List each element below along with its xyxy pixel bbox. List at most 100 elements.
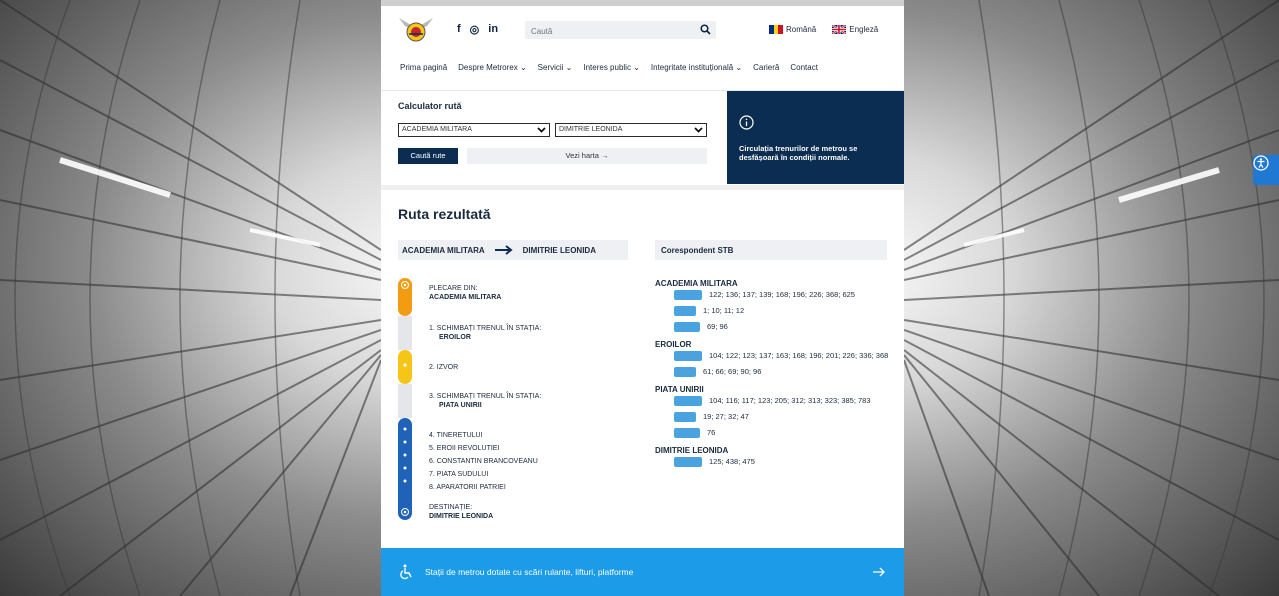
bus-lines: 125; 438; 475 — [709, 457, 755, 466]
nav-integrity[interactable]: Integritate instituțională ⌄ — [651, 63, 742, 72]
bus-lines-row: 125; 438; 475 — [674, 457, 895, 467]
chevron-down-icon: ⌄ — [633, 63, 640, 72]
bus-icon — [674, 457, 702, 467]
route-results: Ruta rezultată ACADEMIA MILITARA DIMITRI… — [381, 190, 904, 520]
search-icon[interactable] — [700, 24, 711, 35]
tram-lines: 61; 66; 69; 90; 96 — [703, 367, 762, 376]
nav-public-interest[interactable]: Interes public ⌄ — [583, 63, 640, 72]
main-nav: Prima pagină Despre Metrorex ⌄ Servicii … — [400, 63, 818, 72]
info-icon — [739, 115, 754, 130]
nav-careers[interactable]: Carieră — [753, 63, 779, 72]
bus-lines: 104; 122; 123; 137; 163; 168; 196; 201; … — [709, 351, 889, 360]
to-station-select[interactable]: DIMITRIE LEONIDA — [555, 123, 707, 137]
stop-dots-icon — [401, 427, 409, 516]
stop-6: 6. CONSTANTIN BRANCOVEANU — [429, 458, 538, 465]
stb-station: DIMITRIE LEONIDA — [655, 446, 729, 455]
wheelchair-icon — [400, 564, 412, 580]
social-links: f ◎ in — [457, 23, 498, 36]
nav-public-interest-label: Interes public — [583, 63, 631, 72]
to-station-value: DIMITRIE LEONIDA — [559, 126, 623, 133]
bus-lines-row: 122; 136; 137; 139; 168; 196; 226; 368; … — [674, 290, 895, 300]
route-calculator: Calculator rută ACADEMIA MILITARA DIMITR… — [381, 90, 904, 189]
stop-dot-icon — [403, 363, 407, 367]
stb-station: ACADEMIA MILITARA — [655, 279, 738, 288]
route-to: DIMITRIE LEONIDA — [522, 245, 596, 255]
accessibility-button[interactable] — [1253, 155, 1279, 185]
service-status-text: Circulația trenurilor de metrou se desfă… — [739, 144, 858, 162]
search-box — [525, 21, 716, 41]
nav-about-label: Despre Metrorex — [458, 63, 518, 72]
trolley-lines-row: 69; 96 — [674, 322, 895, 332]
lang-romanian[interactable]: Română — [769, 25, 816, 34]
arrow-right-icon — [873, 567, 885, 577]
view-map-button[interactable]: Vezi harta → — [467, 148, 707, 164]
trolley-lines-row: 76 — [674, 428, 895, 438]
facebook-icon[interactable]: f — [457, 23, 461, 36]
route-from: ACADEMIA MILITARA — [402, 245, 485, 255]
bus-icon — [674, 351, 702, 361]
calculator-form: Calculator rută ACADEMIA MILITARA DIMITR… — [381, 91, 727, 189]
bus-lines-row: 104; 116; 117; 123; 205; 312; 313; 323; … — [674, 396, 895, 406]
departure-stop: PLECARE DIN: ACADEMIA MILITARA — [429, 284, 501, 302]
line-segment-yellow — [398, 350, 412, 384]
stb-connections: ACADEMIA MILITARA 122; 136; 137; 139; 16… — [655, 279, 895, 473]
tram-lines-row: 1; 10; 11; 12 — [674, 306, 895, 316]
stb-header: Corespondent STB — [655, 240, 887, 260]
lang-english[interactable]: Engleză — [832, 25, 878, 34]
stop-5: 5. EROII REVOLUTIEI — [429, 445, 500, 452]
arrow-right-icon — [494, 245, 513, 255]
uk-flag-icon — [832, 25, 847, 34]
nav-integrity-label: Integritate instituțională — [650, 63, 734, 72]
from-station-select[interactable]: ACADEMIA MILITARA — [398, 123, 550, 137]
departure-label: PLECARE DIN: — [429, 285, 478, 292]
trolleybus-icon — [674, 428, 700, 438]
stop-list: 4. TINERETULUI 5. EROII REVOLUTIEI 6. CO… — [429, 431, 538, 492]
stb-group: ACADEMIA MILITARA 122; 136; 137; 139; 16… — [655, 279, 895, 332]
tram-lines-row: 61; 66; 69; 90; 96 — [674, 367, 895, 377]
romania-flag-icon — [769, 25, 783, 34]
transfer-1-label: 1. SCHIMBAȚI TRENUL ÎN STAȚIA: — [429, 325, 542, 332]
results-title: Ruta rezultată — [398, 206, 491, 222]
bus-lines: 104; 116; 117; 123; 205; 312; 313; 323; … — [709, 396, 871, 405]
trolley-lines: 76 — [707, 428, 716, 437]
departure-station: ACADEMIA MILITARA — [429, 294, 502, 301]
lang-romanian-label: Română — [786, 25, 817, 34]
tram-lines-row: 19; 27; 32; 47 — [674, 412, 895, 422]
tram-lines: 1; 10; 11; 12 — [703, 306, 745, 315]
metrorex-logo[interactable] — [397, 14, 435, 46]
search-input[interactable] — [525, 22, 695, 41]
tunnel-background-left — [0, 0, 381, 596]
stb-group: PIATA UNIRII 104; 116; 117; 123; 205; 31… — [655, 385, 895, 438]
bus-lines: 122; 136; 137; 139; 168; 196; 226; 368; … — [709, 290, 855, 299]
line-segment-orange — [398, 278, 412, 316]
accessibility-icon — [1253, 155, 1269, 171]
stb-group: DIMITRIE LEONIDA 125; 438; 475 — [655, 446, 895, 467]
tram-icon — [674, 306, 696, 316]
linkedin-icon[interactable]: in — [488, 23, 498, 36]
stb-group: EROILOR 104; 122; 123; 137; 163; 168; 19… — [655, 340, 895, 377]
destination-stop: DESTINAȚIE: DIMITRIE LEONIDA — [429, 503, 493, 521]
line-segment-gap — [398, 384, 412, 418]
search-routes-button[interactable]: Caută rute — [398, 148, 458, 164]
departure-marker-icon — [401, 281, 409, 289]
route-summary: ACADEMIA MILITARA DIMITRIE LEONIDA — [398, 240, 628, 260]
line-segment-gap — [398, 316, 412, 350]
nav-about[interactable]: Despre Metrorex ⌄ — [458, 63, 527, 72]
nav-services-label: Servicii — [537, 63, 564, 72]
nav-home[interactable]: Prima pagină — [400, 63, 447, 72]
accessibility-banner[interactable]: Stații de metrou dotate cu scări rulante… — [381, 548, 904, 596]
instagram-icon[interactable]: ◎ — [470, 23, 480, 36]
lang-english-label: Engleză — [849, 25, 879, 34]
transfer-stop-1: 1. SCHIMBAȚI TRENUL ÎN STAȚIA: EROILOR — [429, 324, 541, 342]
nav-services[interactable]: Servicii ⌄ — [538, 63, 573, 72]
bus-icon — [674, 290, 702, 300]
page-content: f ◎ in Română — [381, 6, 904, 596]
bus-lines-row: 104; 122; 123; 137; 163; 168; 196; 201; … — [655, 351, 895, 361]
line-segment-blue — [398, 418, 412, 520]
stop-7: 7. PIATA SUDULUI — [429, 471, 489, 478]
nav-contact[interactable]: Contact — [790, 63, 818, 72]
trolley-lines: 69; 96 — [707, 322, 728, 331]
transfer-stop-3: 3. SCHIMBAȚI TRENUL ÎN STAȚIA: PIATA UNI… — [429, 392, 541, 410]
chevron-down-icon: ⌄ — [519, 63, 527, 72]
destination-station: DIMITRIE LEONIDA — [429, 513, 494, 520]
